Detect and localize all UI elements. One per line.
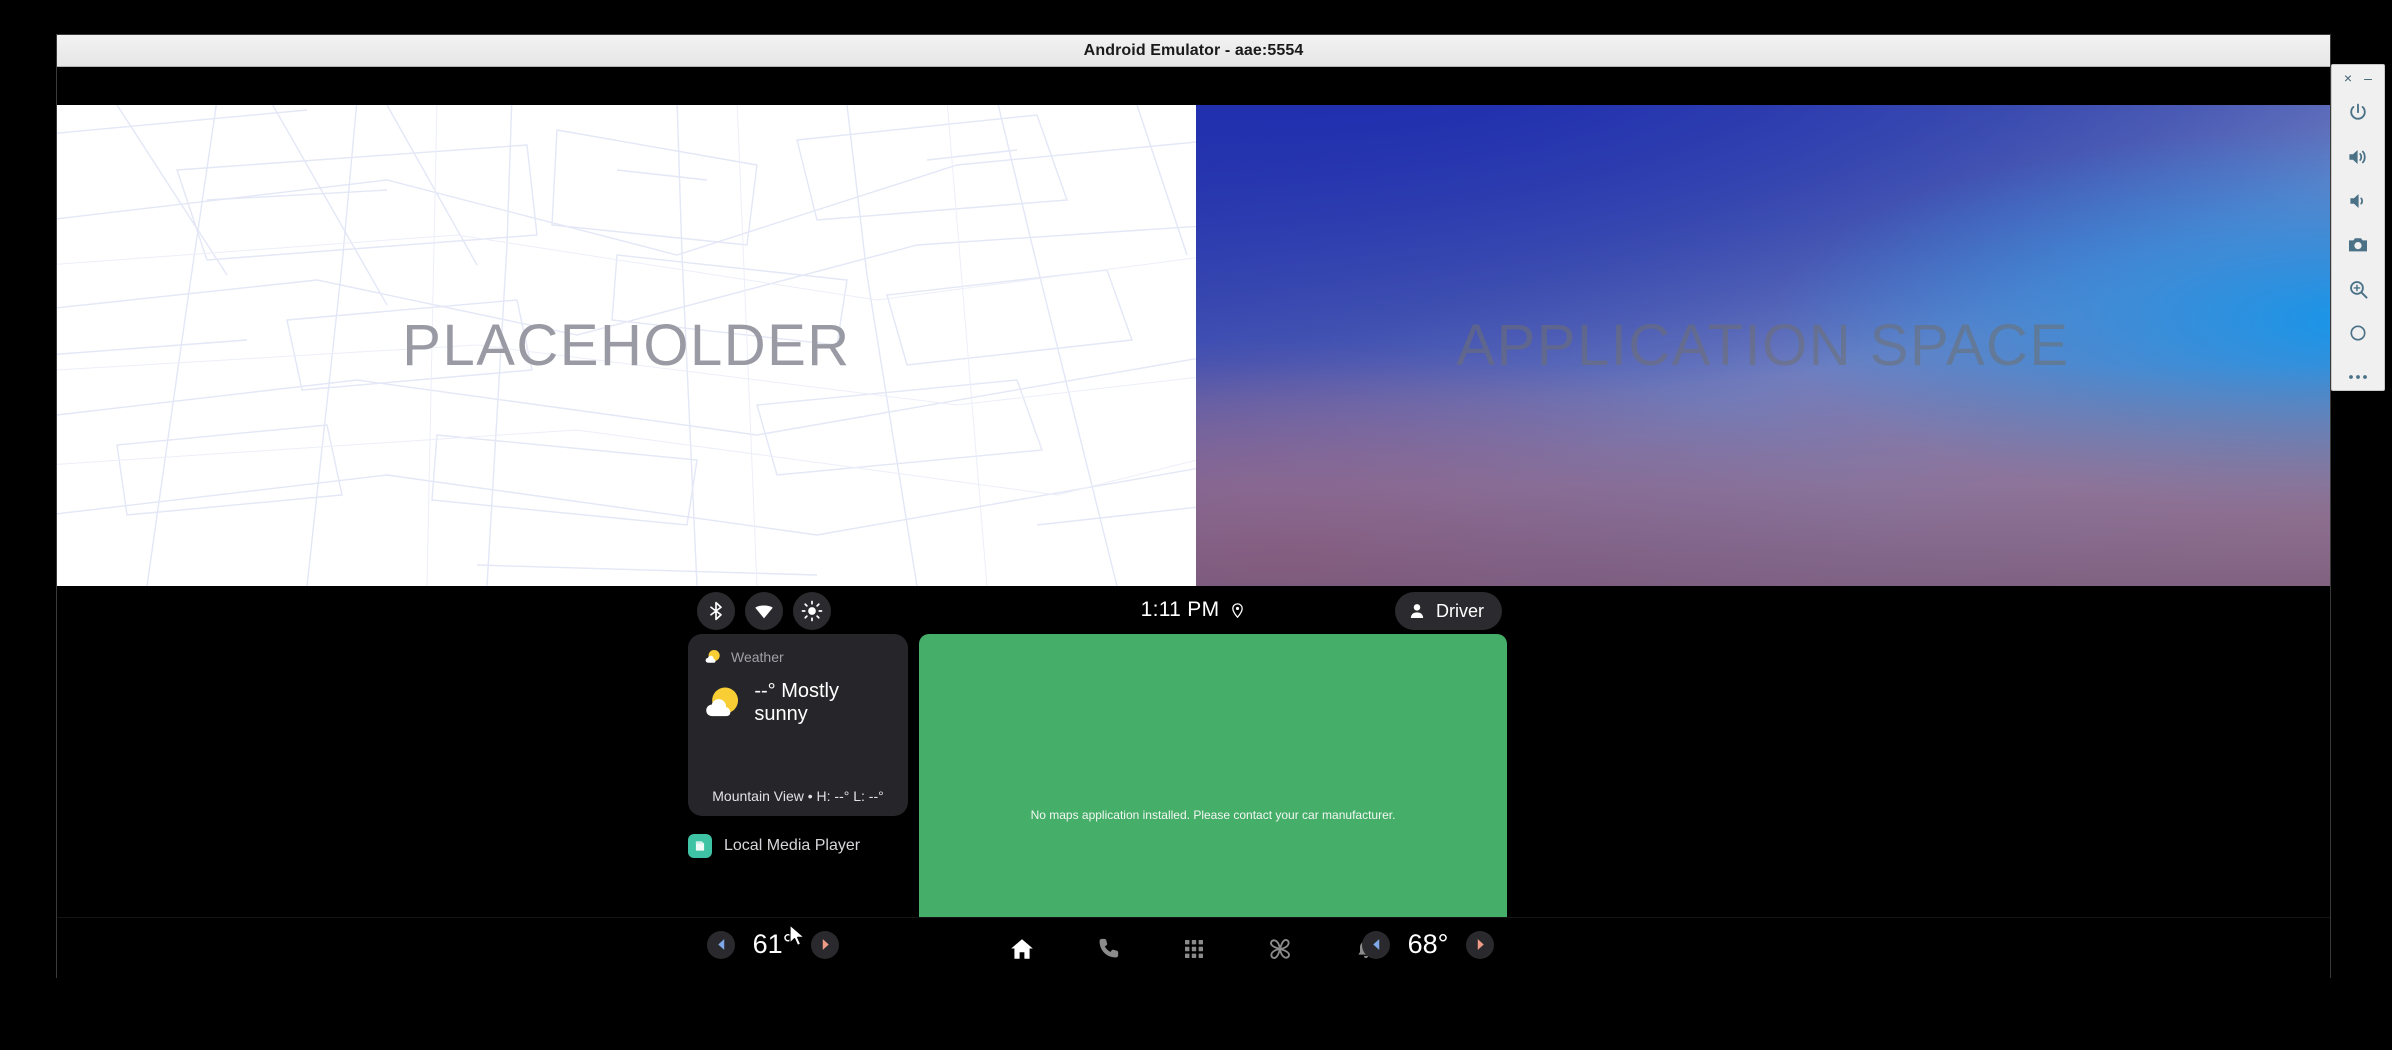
navigation-icon-group (57, 918, 2330, 979)
application-space-gradient-overlay (1196, 364, 2330, 586)
media-glyph-icon (695, 841, 705, 851)
weather-location-highlow: Mountain View • H: --° L: --° (712, 788, 884, 804)
sun-cloud-icon (706, 687, 739, 717)
weather-condition: --° Mostly sunny (754, 680, 840, 725)
screenshot-button[interactable] (2332, 223, 2384, 267)
passenger-temp-increase-button[interactable] (1466, 930, 1494, 959)
local-media-player-item[interactable]: Local Media Player (688, 834, 860, 858)
weather-card[interactable]: Weather --° Mostly sunny Mountain View •… (688, 634, 908, 816)
mouse-cursor (789, 924, 805, 946)
person-icon (1410, 604, 1424, 618)
bottom-navigation-bar: 61° 68° (57, 917, 2330, 979)
clock-area[interactable]: 1:11 PM (57, 586, 2330, 634)
status-bar: 1:11 PM Driver (57, 586, 2330, 634)
map-placeholder-panel[interactable]: PLACEHOLDER (57, 105, 1196, 586)
nav-home-button[interactable] (1001, 928, 1043, 970)
emulator-side-toolbar: × – (2331, 64, 2385, 391)
minimize-icon[interactable]: – (2359, 69, 2377, 87)
volume-up-button[interactable] (2332, 135, 2384, 179)
window-title-bar: Android Emulator - aae:5554 (57, 35, 2330, 67)
close-icon[interactable]: × (2339, 69, 2357, 87)
local-media-player-label: Local Media Player (724, 837, 861, 854)
more-icon (2349, 375, 2367, 379)
phone-icon (1099, 938, 1118, 958)
top-panel-region: PLACEHOLDER APPLICATION SPACE (57, 105, 2330, 586)
triangle-right-icon (1477, 939, 1484, 950)
home-icon (1010, 939, 1033, 959)
triangle-left-icon (1372, 939, 1379, 950)
nav-climate-button[interactable] (1259, 928, 1301, 970)
maps-card-message: No maps application installed. Please co… (1030, 808, 1396, 822)
passenger-temp-decrease-button[interactable] (1362, 930, 1390, 959)
application-space-panel[interactable]: APPLICATION SPACE (1196, 105, 2330, 586)
toolbar-window-controls: × – (2332, 65, 2384, 91)
location-pin-icon (1232, 602, 1244, 618)
camera-icon (2349, 238, 2367, 252)
zoom-button[interactable] (2332, 267, 2384, 311)
more-button[interactable] (2332, 355, 2384, 399)
passenger-temp-value: 68° (1407, 929, 1449, 959)
placeholder-label: PLACEHOLDER (402, 313, 851, 378)
power-button[interactable] (2332, 91, 2384, 135)
device-screen: PLACEHOLDER APPLICATION SPACE 1:11 PM Dr… (57, 68, 2330, 979)
driver-profile-label: Driver (1436, 600, 1484, 621)
passenger-temperature-control: 68° (1362, 929, 1494, 960)
nav-dialer-button[interactable] (1087, 928, 1129, 970)
clock-label: 1:11 PM (1140, 598, 1220, 621)
volume-down-icon (2350, 194, 2363, 208)
volume-up-icon (2349, 150, 2366, 164)
zoom-icon (2349, 280, 2368, 299)
weather-card-header: Weather (704, 648, 892, 666)
grid-icon (1184, 940, 1203, 958)
fan-icon (1269, 939, 1290, 959)
weather-card-title: Weather (731, 649, 784, 665)
rotate-button[interactable] (2332, 311, 2384, 355)
nav-apps-button[interactable] (1173, 928, 1215, 970)
rotate-icon (2350, 325, 2366, 341)
application-space-label: APPLICATION SPACE (1456, 313, 2070, 378)
emulator-window: Android Emulator - aae:5554 PLACEHOLDER … (56, 34, 2331, 979)
media-app-icon (688, 834, 712, 858)
driver-profile-button[interactable]: Driver (1395, 592, 1502, 630)
partly-sunny-icon (705, 649, 720, 663)
window-title: Android Emulator - aae:5554 (1083, 41, 1304, 59)
volume-down-button[interactable] (2332, 179, 2384, 223)
weather-card-main: --° Mostly sunny (704, 680, 892, 726)
power-icon (2350, 103, 2366, 120)
